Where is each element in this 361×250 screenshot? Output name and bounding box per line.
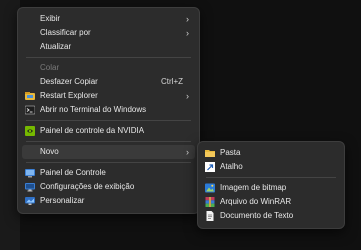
menu-item-open-terminal[interactable]: Abrir no Terminal do Windows: [22, 103, 195, 117]
submenu-item-winrar[interactable]: Arquivo do WinRAR: [202, 195, 340, 209]
menu-item-new[interactable]: Novo ›: [22, 145, 195, 159]
menu-item-label: Personalizar: [40, 196, 85, 205]
terminal-icon: [25, 105, 35, 115]
menu-item-label: Colar: [40, 63, 60, 72]
menu-item-shortcut: Ctrl+Z: [161, 77, 183, 86]
menu-item-view[interactable]: Exibir ›: [22, 12, 195, 26]
menu-item-label: Desfazer Copiar: [40, 77, 98, 86]
menu-item-label: Painel de controle da NVIDIA: [40, 126, 145, 135]
submenu-item-folder[interactable]: Pasta: [202, 146, 340, 160]
menu-item-label: Atalho: [220, 162, 243, 171]
menu-item-display-settings[interactable]: Configurações de exibição: [22, 180, 195, 194]
menu-item-label: Configurações de exibição: [40, 182, 135, 191]
menu-item-label: Imagem de bitmap: [220, 183, 287, 192]
menu-item-label: Painel de Controle: [40, 168, 106, 177]
folder-icon: [205, 150, 215, 157]
menu-separator: [26, 57, 191, 58]
menu-item-sort-by[interactable]: Classificar por ›: [22, 26, 195, 40]
menu-item-label: Pasta: [220, 148, 241, 157]
menu-separator: [26, 141, 191, 142]
personalize-icon: [25, 197, 35, 205]
menu-item-label: Atualizar: [40, 42, 72, 51]
text-document-icon: [206, 211, 214, 221]
shortcut-icon: [205, 162, 215, 172]
submenu-item-bitmap[interactable]: Imagem de bitmap: [202, 181, 340, 195]
chevron-right-icon: ›: [186, 28, 189, 38]
desktop-context-menu: Exibir › Classificar por › Atualizar Col…: [17, 7, 200, 214]
winrar-icon: [205, 197, 215, 207]
submenu-item-text-document[interactable]: Documento de Texto: [202, 209, 340, 223]
menu-item-nvidia-panel[interactable]: Painel de controle da NVIDIA: [22, 124, 195, 138]
menu-separator: [26, 120, 191, 121]
chevron-right-icon: ›: [186, 14, 189, 24]
bitmap-icon: [205, 183, 215, 193]
display-icon: [25, 183, 35, 192]
chevron-right-icon: ›: [186, 91, 189, 101]
menu-item-restart-explorer[interactable]: Restart Explorer ›: [22, 89, 195, 103]
menu-item-label: Abrir no Terminal do Windows: [40, 105, 147, 114]
menu-item-refresh[interactable]: Atualizar: [22, 40, 195, 54]
nvidia-icon: [25, 126, 35, 136]
control-panel-icon: [25, 169, 35, 178]
chevron-right-icon: ›: [186, 147, 189, 157]
menu-item-label: Documento de Texto: [220, 211, 294, 220]
menu-item-label: Classificar por: [40, 28, 91, 37]
menu-item-label: Restart Explorer: [40, 91, 98, 100]
menu-item-label: Exibir: [40, 14, 61, 23]
menu-separator: [26, 162, 191, 163]
menu-separator: [206, 177, 336, 178]
menu-item-undo-copy[interactable]: Desfazer Copiar Ctrl+Z: [22, 75, 195, 89]
menu-item-paste: Colar: [22, 61, 195, 75]
new-submenu: Pasta Atalho Imagem de bitmap Arquivo do…: [197, 141, 345, 229]
menu-item-control-panel[interactable]: Painel de Controle: [22, 166, 195, 180]
menu-item-personalize[interactable]: Personalizar: [22, 194, 195, 208]
menu-item-label: Novo: [40, 147, 59, 156]
menu-item-label: Arquivo do WinRAR: [220, 197, 292, 206]
submenu-item-shortcut[interactable]: Atalho: [202, 160, 340, 174]
restart-explorer-icon: [25, 92, 35, 100]
